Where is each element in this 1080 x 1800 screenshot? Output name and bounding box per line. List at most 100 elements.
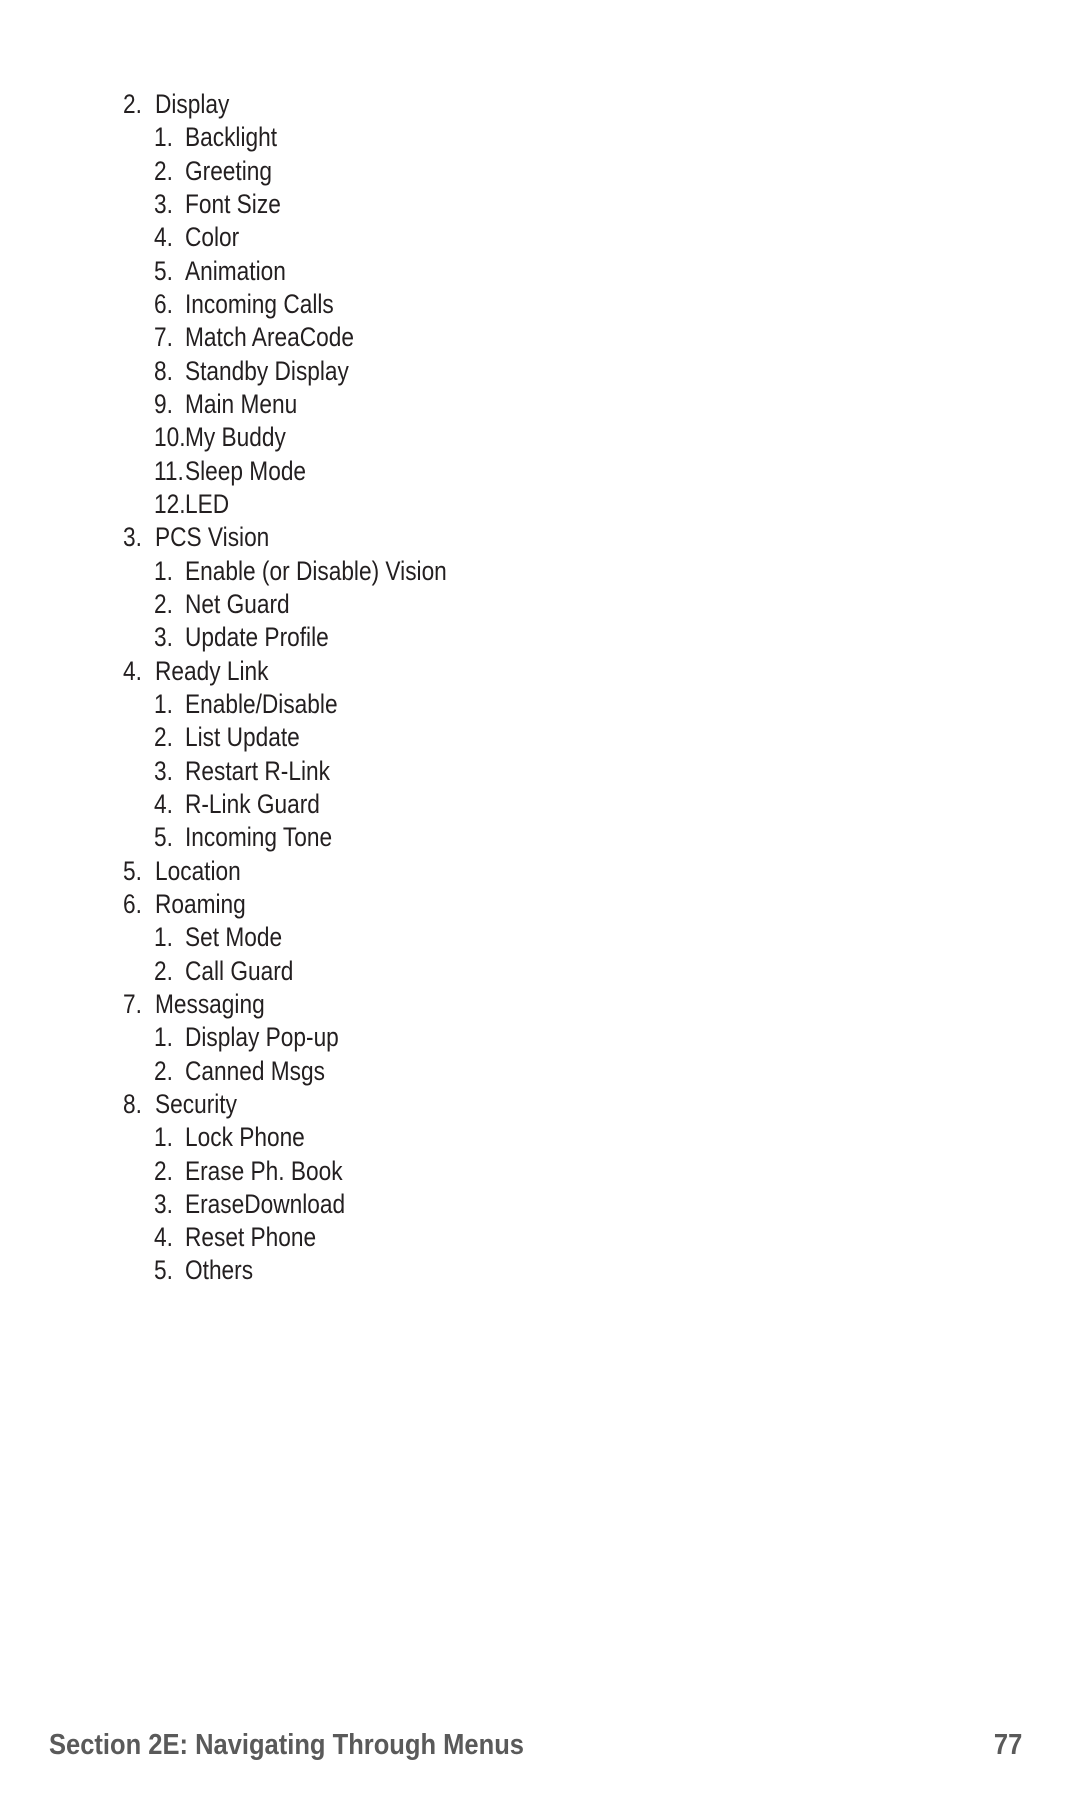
submenu-item-number: 7. bbox=[154, 322, 173, 353]
submenu-item: 7. Match AreaCode bbox=[0, 321, 1080, 354]
submenu-item-label: EraseDownload bbox=[185, 1188, 346, 1219]
submenu-item-label: Animation bbox=[185, 255, 286, 286]
submenu-item: 10. My Buddy bbox=[0, 421, 1080, 454]
submenu-item: 2. Greeting bbox=[0, 155, 1080, 188]
submenu-item-number: 2. bbox=[154, 1155, 173, 1186]
submenu-item-number: 2. bbox=[154, 722, 173, 753]
submenu-item: 3. Restart R-Link bbox=[0, 755, 1080, 788]
submenu-item-number: 3. bbox=[154, 188, 173, 219]
submenu-item-number: 9. bbox=[154, 388, 173, 419]
submenu-item: 2. Canned Msgs bbox=[0, 1055, 1080, 1088]
submenu-item-label: Sleep Mode bbox=[185, 455, 307, 486]
submenu-item-label: My Buddy bbox=[185, 422, 286, 453]
submenu-item-label: Others bbox=[185, 1255, 254, 1286]
submenu-item-label: Erase Ph. Book bbox=[185, 1155, 343, 1186]
menu-item-label: Roaming bbox=[155, 888, 246, 919]
submenu-item: 8. Standby Display bbox=[0, 355, 1080, 388]
submenu-item-number: 8. bbox=[154, 355, 173, 386]
submenu-item-number: 3. bbox=[154, 1188, 173, 1219]
menu-item-number: 8. bbox=[123, 1088, 142, 1119]
menu-item-label: Security bbox=[155, 1088, 237, 1119]
submenu-item: 11. Sleep Mode bbox=[0, 455, 1080, 488]
submenu-item-label: Update Profile bbox=[185, 622, 329, 653]
submenu-item: 2. List Update bbox=[0, 721, 1080, 754]
submenu-item-label: Main Menu bbox=[185, 388, 298, 419]
submenu-item-label: Incoming Calls bbox=[185, 288, 334, 319]
submenu-item-label: Greeting bbox=[185, 155, 272, 186]
submenu-item: 4. R-Link Guard bbox=[0, 788, 1080, 821]
menu-item-label: PCS Vision bbox=[155, 522, 270, 553]
submenu-item: 1. Display Pop-up bbox=[0, 1021, 1080, 1054]
submenu-item-number: 4. bbox=[154, 222, 173, 253]
submenu-item: 5. Incoming Tone bbox=[0, 821, 1080, 854]
menu-item-label: Ready Link bbox=[155, 655, 269, 686]
submenu-item: 2. Call Guard bbox=[0, 955, 1080, 988]
submenu-item: 1. Enable (or Disable) Vision bbox=[0, 555, 1080, 588]
submenu-item: 1. Set Mode bbox=[0, 921, 1080, 954]
submenu-item-number: 1. bbox=[154, 1022, 173, 1053]
menu-item: 7. Messaging bbox=[0, 988, 1080, 1021]
menu-item: 6. Roaming bbox=[0, 888, 1080, 921]
submenu-item: 2. Erase Ph. Book bbox=[0, 1155, 1080, 1188]
submenu-item-label: Lock Phone bbox=[185, 1122, 305, 1153]
submenu-item: 2. Net Guard bbox=[0, 588, 1080, 621]
submenu-item-number: 3. bbox=[154, 755, 173, 786]
menu-item: 8. Security bbox=[0, 1088, 1080, 1121]
menu-item: 4. Ready Link bbox=[0, 655, 1080, 688]
footer-section-title: Section 2E: Navigating Through Menus bbox=[49, 1729, 524, 1761]
menu-item: 2. Display bbox=[0, 88, 1080, 121]
submenu-item: 1. Enable/Disable bbox=[0, 688, 1080, 721]
submenu-item-label: Net Guard bbox=[185, 588, 290, 619]
submenu-item-number: 5. bbox=[154, 822, 173, 853]
submenu-item-label: Restart R-Link bbox=[185, 755, 330, 786]
submenu-item-label: Display Pop-up bbox=[185, 1022, 339, 1053]
submenu-item: 5. Others bbox=[0, 1254, 1080, 1287]
submenu-item-number: 12. bbox=[154, 488, 186, 519]
manual-page: 2. Display 1. Backlight 2. Greeting 3. Font Siz… bbox=[0, 0, 1080, 1800]
submenu-item-number: 5. bbox=[154, 255, 173, 286]
menu-item-number: 7. bbox=[123, 988, 142, 1019]
submenu-item: 6. Incoming Calls bbox=[0, 288, 1080, 321]
menu-item-number: 6. bbox=[123, 888, 142, 919]
menu-item-number: 3. bbox=[123, 522, 142, 553]
menu-item-number: 2. bbox=[123, 89, 142, 119]
submenu-item: 3. Update Profile bbox=[0, 621, 1080, 654]
submenu-item-label: Enable/Disable bbox=[185, 688, 338, 719]
submenu-item-number: 1. bbox=[154, 1122, 173, 1153]
submenu-item-label: Canned Msgs bbox=[185, 1055, 325, 1086]
submenu-item-number: 4. bbox=[154, 1222, 173, 1253]
menu-outline-list: 2. Display 1. Backlight 2. Greeting 3. Font Siz… bbox=[0, 88, 1080, 1288]
page-footer: Section 2E: Navigating Through Menus 77 bbox=[49, 1729, 1022, 1761]
submenu-item: 4. Reset Phone bbox=[0, 1221, 1080, 1254]
submenu-item-number: 11. bbox=[154, 455, 184, 486]
submenu-item-number: 6. bbox=[154, 288, 173, 319]
submenu-item: 1. Lock Phone bbox=[0, 1121, 1080, 1154]
submenu-item-label: R-Link Guard bbox=[185, 788, 320, 819]
submenu-item-number: 1. bbox=[154, 688, 173, 719]
submenu-item-label: List Update bbox=[185, 722, 300, 753]
submenu-item-label: LED bbox=[185, 488, 230, 519]
submenu-item-label: Set Mode bbox=[185, 922, 283, 953]
submenu-item: 4. Color bbox=[0, 221, 1080, 254]
submenu-item: 5. Animation bbox=[0, 255, 1080, 288]
submenu-item-label: Incoming Tone bbox=[185, 822, 333, 853]
submenu-item-label: Call Guard bbox=[185, 955, 294, 986]
menu-item-number: 5. bbox=[123, 855, 142, 886]
submenu-item-label: Enable (or Disable) Vision bbox=[185, 555, 447, 586]
submenu-item-number: 4. bbox=[154, 788, 173, 819]
submenu-item-number: 2. bbox=[154, 955, 173, 986]
submenu-item-number: 10. bbox=[154, 422, 186, 453]
submenu-item-label: Font Size bbox=[185, 188, 281, 219]
submenu-item-number: 2. bbox=[154, 588, 173, 619]
menu-item-label: Location bbox=[155, 855, 241, 886]
submenu-item-number: 1. bbox=[154, 922, 173, 953]
menu-item-label: Messaging bbox=[155, 988, 265, 1019]
menu-item-label: Display bbox=[155, 89, 230, 119]
submenu-item: 12. LED bbox=[0, 488, 1080, 521]
submenu-item: 3. Font Size bbox=[0, 188, 1080, 221]
menu-item-number: 4. bbox=[123, 655, 142, 686]
submenu-item-label: Color bbox=[185, 222, 240, 253]
menu-item: 3. PCS Vision bbox=[0, 521, 1080, 554]
submenu-item-number: 3. bbox=[154, 622, 173, 653]
submenu-item-label: Reset Phone bbox=[185, 1222, 317, 1253]
